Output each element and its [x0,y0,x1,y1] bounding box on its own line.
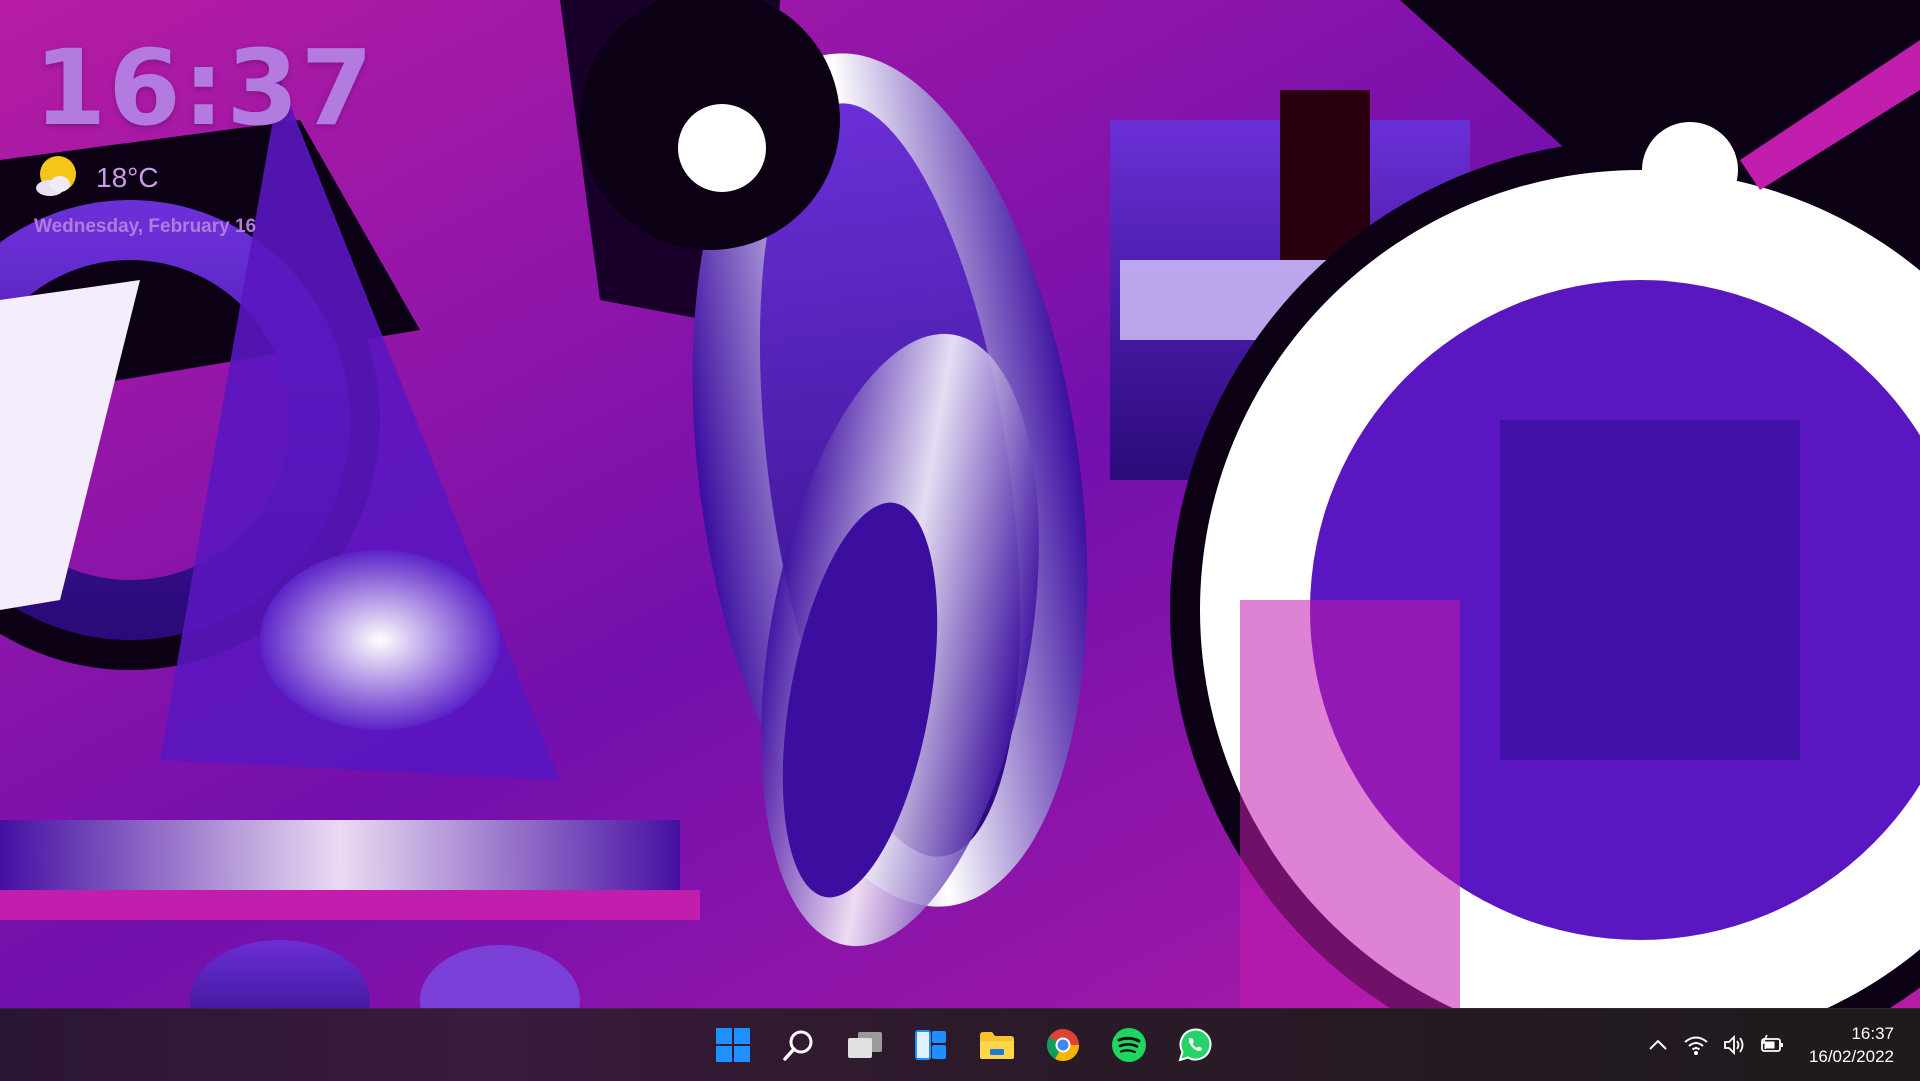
taskbar-time: 16:37 [1851,1024,1894,1043]
folder-icon [980,1032,1014,1059]
file-explorer-button[interactable] [970,1018,1024,1072]
spotify-button[interactable] [1102,1018,1156,1072]
taskbar: 16:37 16/02/2022 [0,1008,1920,1081]
search-button[interactable] [772,1018,826,1072]
battery-button[interactable] [1757,1030,1787,1060]
weather-temperature: 18°C [96,162,159,193]
show-hidden-icons-button[interactable] [1643,1030,1673,1060]
speaker-icon [1724,1034,1744,1056]
wifi-icon [1684,1036,1708,1055]
network-button[interactable] [1681,1030,1711,1060]
chrome-icon [1046,1029,1079,1062]
taskbar-date: 16/02/2022 [1808,1047,1894,1066]
chrome-button[interactable] [1036,1018,1090,1072]
whatsapp-button[interactable] [1168,1018,1222,1072]
chevron-up-icon [1649,1039,1667,1050]
volume-button[interactable] [1719,1030,1749,1060]
taskbar-clock[interactable]: 16:37 16/02/2022 [1809,1022,1894,1068]
battery-charging-icon [1761,1035,1783,1052]
windows-logo-icon [716,1028,750,1062]
start-button[interactable] [706,1018,760,1072]
widgets-icon [915,1030,946,1060]
search-icon [783,1030,813,1061]
task-view-button[interactable] [838,1018,892,1072]
whatsapp-icon [1178,1028,1212,1062]
spotify-icon [1112,1028,1146,1062]
system-tray: 16:37 16/02/2022 [1639,1009,1920,1081]
partly-sunny-icon [34,154,84,202]
widget-clock-time: 16:37 [34,27,376,149]
taskbar-pinned-apps [700,1009,1228,1081]
task-view-icon [848,1032,882,1058]
weather-row: 18°C [34,154,375,202]
widget-date: Wednesday, February 16 [34,216,257,237]
widgets-button[interactable] [904,1018,958,1072]
desktop-clock-widget: 16:37 18°C Wednesday, February 16 [34,36,375,238]
